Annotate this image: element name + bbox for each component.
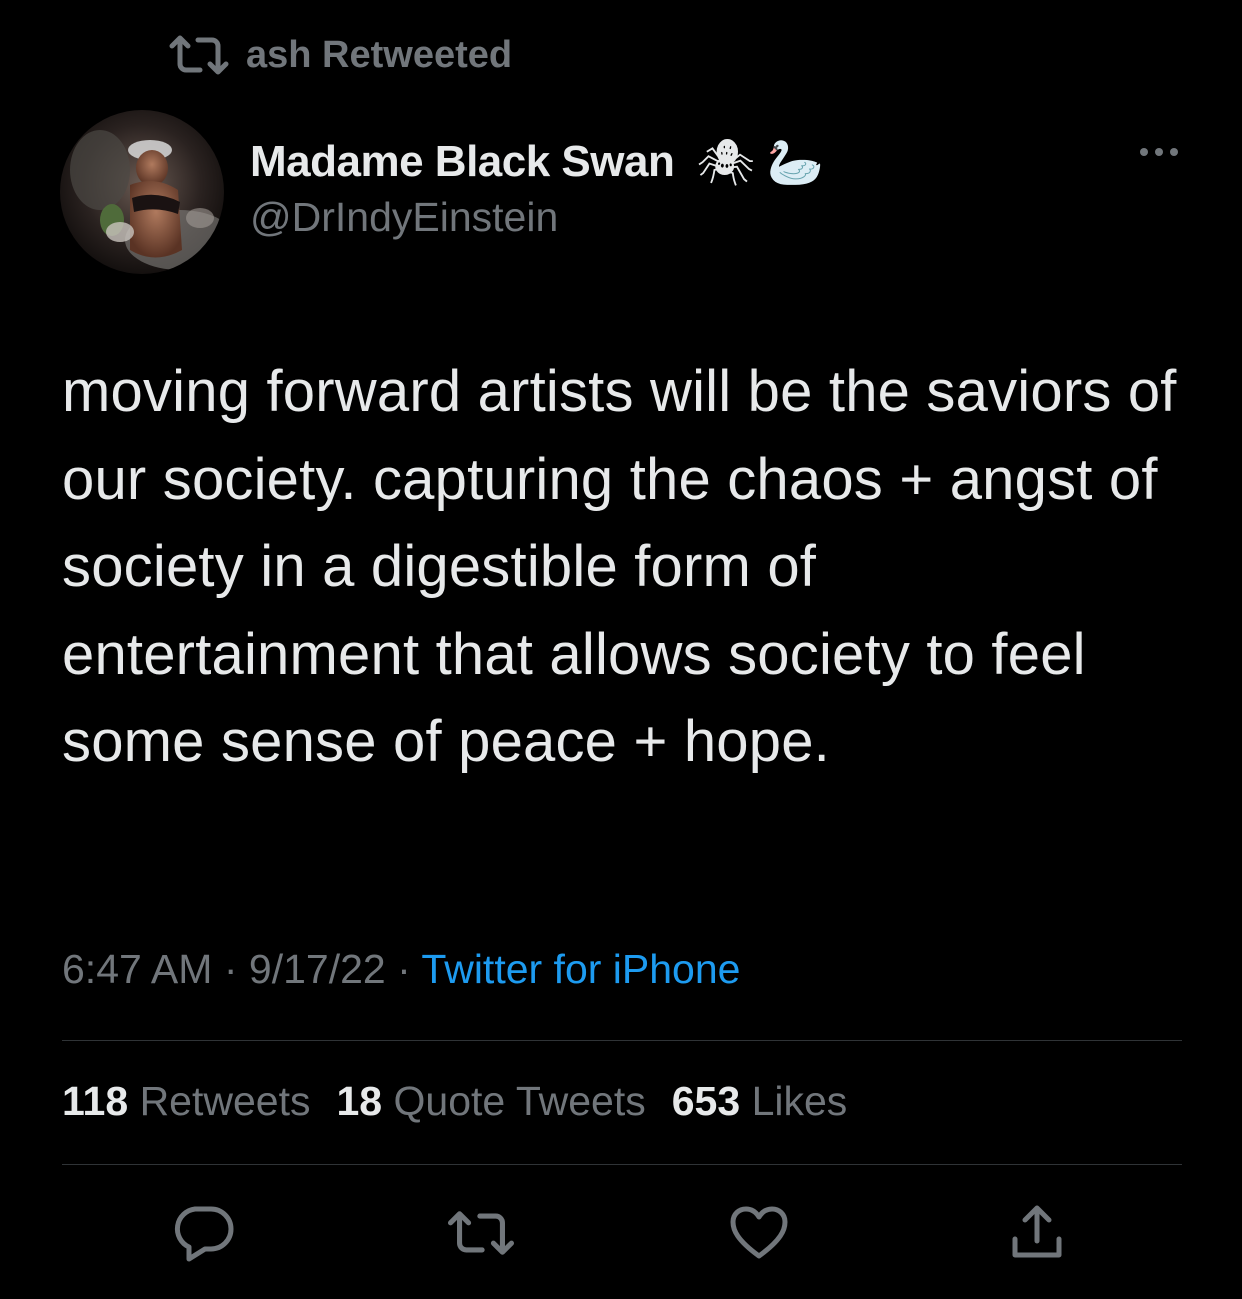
spider-emoji-icon: 🕷: [696, 136, 755, 188]
quotes-label: Quote Tweets: [393, 1078, 646, 1124]
avatar[interactable]: [60, 110, 224, 274]
tweet-source-link[interactable]: Twitter for iPhone: [421, 946, 740, 992]
display-name[interactable]: Madame Black Swan: [250, 137, 675, 187]
tweet-date: 9/17/22: [248, 946, 386, 992]
author-block[interactable]: Madame Black Swan 🕷 🦢 @DrIndyEinstein: [250, 134, 824, 241]
retweet-banner-label: ash Retweeted: [246, 33, 513, 76]
tweet-detail-view: ash Retweeted Madame Black Swan 🕷 🦢 @DrI…: [0, 0, 1242, 1299]
user-handle[interactable]: @DrIndyEinstein: [250, 194, 824, 241]
retweets-label: Retweets: [139, 1078, 311, 1124]
retweet-button[interactable]: [446, 1200, 516, 1270]
swan-emoji-icon: 🦢: [766, 136, 825, 188]
likes-label: Likes: [751, 1078, 848, 1124]
like-icon: [729, 1206, 789, 1265]
quotes-count: 18: [336, 1078, 383, 1124]
likes-stat[interactable]: 653 Likes: [672, 1078, 848, 1125]
meta-separator: ·: [223, 946, 238, 992]
share-icon: [1007, 1203, 1067, 1268]
quote-tweets-stat[interactable]: 18 Quote Tweets: [336, 1078, 645, 1125]
tweet-metadata: 6:47 AM · 9/17/22 · Twitter for iPhone: [62, 946, 740, 993]
likes-count: 653: [671, 1078, 741, 1124]
retweets-stat[interactable]: 118 Retweets: [62, 1078, 310, 1125]
retweet-icon: [446, 1208, 516, 1263]
meta-separator: ·: [397, 946, 411, 992]
divider: [62, 1040, 1182, 1041]
divider: [62, 1164, 1182, 1165]
action-bar: [0, 1200, 1242, 1270]
tweet-text: moving forward artists will be the savio…: [62, 359, 1177, 774]
more-options-icon[interactable]: [1140, 148, 1178, 156]
like-button[interactable]: [724, 1200, 794, 1270]
share-button[interactable]: [1002, 1200, 1072, 1270]
reply-button[interactable]: [168, 1200, 238, 1270]
reply-icon: [171, 1203, 235, 1268]
tweet-time: 6:47 AM: [62, 946, 213, 992]
retweet-icon: [168, 34, 230, 76]
author-name-row: Madame Black Swan 🕷 🦢: [250, 134, 824, 190]
engagement-stats: 118 Retweets 18 Quote Tweets 653 Likes: [62, 1078, 847, 1125]
retweet-banner[interactable]: ash Retweeted: [168, 30, 512, 80]
retweets-count: 118: [62, 1078, 129, 1124]
